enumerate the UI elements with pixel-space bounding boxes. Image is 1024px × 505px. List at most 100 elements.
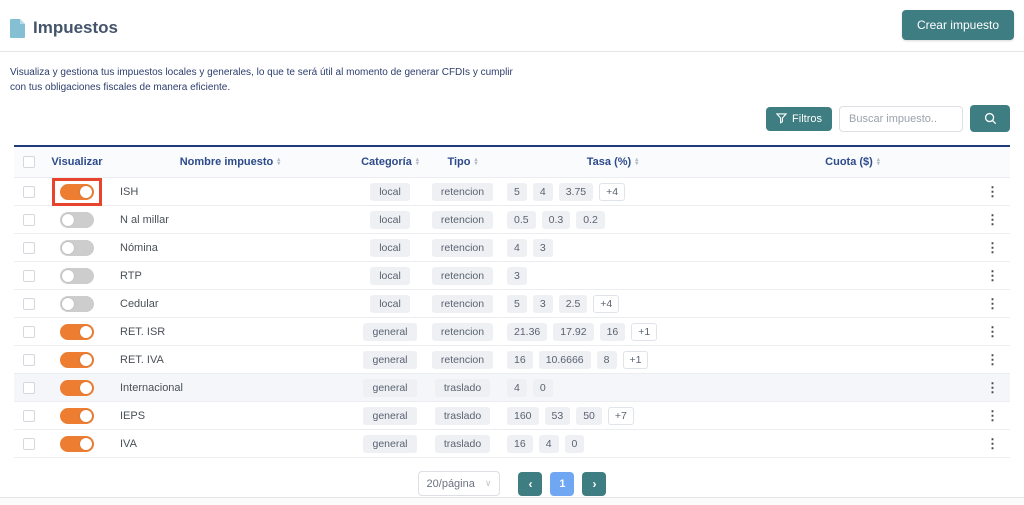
- tasa-cell: 5 3 2.5 +4: [495, 294, 730, 313]
- tasa-chip: 50: [576, 406, 602, 425]
- row-checkbox[interactable]: [23, 353, 35, 366]
- tasa-cell: 16 10.6666 8 +1: [495, 350, 730, 369]
- more-tasas-chip[interactable]: +1: [622, 350, 649, 369]
- row-checkbox[interactable]: [23, 325, 35, 338]
- actions-cell: ⋮: [975, 296, 1010, 312]
- row-checkbox[interactable]: [23, 297, 35, 310]
- tax-name: ISH: [120, 185, 139, 198]
- visualizar-toggle[interactable]: [60, 323, 94, 340]
- row-menu-icon[interactable]: ⋮: [986, 352, 999, 368]
- row-checkbox-cell: [14, 269, 44, 282]
- row-menu-icon[interactable]: ⋮: [986, 296, 999, 312]
- table-row: RET. ISR general retencion 21.36 17.92 16 +1 ⋮: [14, 318, 1010, 346]
- more-tasas-chip[interactable]: +4: [599, 182, 626, 201]
- tipo-badge: traslado: [434, 378, 491, 397]
- select-all-checkbox[interactable]: [23, 156, 35, 168]
- table-row: Internacional general traslado 4 0 ⋮: [14, 374, 1010, 402]
- table-row: ISH local retencion 5 4 3.75 +4 ⋮: [14, 177, 1010, 206]
- table-row: IVA general traslado 16 4 0 ⋮: [14, 430, 1010, 458]
- tasa-cell: 43: [495, 238, 730, 257]
- row-menu-icon[interactable]: ⋮: [986, 184, 999, 200]
- categoria-cell: general: [350, 434, 430, 453]
- sort-icon[interactable]: ▴ ▾: [277, 157, 280, 167]
- table-body: ISH local retencion 5 4 3.75 +4 ⋮ N al millar loc…: [14, 177, 1010, 458]
- row-checkbox[interactable]: [23, 269, 35, 282]
- actions-cell: ⋮: [975, 184, 1010, 200]
- categoria-badge: general: [363, 406, 417, 425]
- tasa-chip: 8: [596, 350, 617, 369]
- sort-icon[interactable]: ▴ ▾: [475, 157, 478, 167]
- more-tasas-chip[interactable]: +7: [607, 406, 634, 425]
- row-checkbox[interactable]: [23, 437, 35, 450]
- tipo-badge: traslado: [434, 406, 491, 425]
- row-checkbox[interactable]: [23, 241, 35, 254]
- column-tipo[interactable]: Tipo ▴ ▾: [430, 156, 495, 168]
- annotation-highlight-box: [52, 177, 102, 206]
- visualizar-toggle[interactable]: [60, 183, 94, 200]
- prev-page-button[interactable]: ‹: [518, 471, 543, 496]
- page-description: Visualiza y gestiona tus impuestos local…: [10, 67, 513, 93]
- visualizar-cell: [44, 379, 110, 396]
- next-page-button[interactable]: ›: [582, 471, 607, 496]
- row-menu-icon[interactable]: ⋮: [986, 212, 999, 228]
- tasa-cell: 0.5 0.3 0.2: [495, 210, 730, 229]
- tasa-chip: 3: [507, 266, 527, 285]
- filters-button[interactable]: Filtros: [766, 106, 832, 131]
- toggle-knob: [62, 269, 74, 282]
- tax-name: N al millar: [120, 213, 169, 226]
- row-checkbox[interactable]: [23, 185, 35, 198]
- sort-icon[interactable]: ▴ ▾: [877, 157, 880, 167]
- tasa-chip: 0.5: [507, 210, 536, 229]
- page-title: Impuestos: [33, 18, 119, 37]
- row-checkbox[interactable]: [23, 381, 35, 394]
- search-button[interactable]: [970, 105, 1010, 132]
- taxes-table: Visualizar Nombre impuesto ▴ ▾ Categoría ▴ ▾…: [14, 145, 1010, 458]
- row-menu-icon[interactable]: ⋮: [986, 240, 999, 256]
- title-wrap: Impuestos: [10, 18, 118, 38]
- tasa-cell: 16 4 0: [495, 434, 730, 453]
- more-tasas-chip[interactable]: +1: [631, 322, 658, 341]
- categoria-badge: local: [370, 210, 410, 229]
- visualizar-toggle[interactable]: [60, 295, 94, 312]
- categoria-cell: local: [350, 294, 430, 313]
- toggle-knob: [62, 213, 74, 226]
- visualizar-toggle[interactable]: [60, 379, 94, 396]
- page-1-button[interactable]: 1: [550, 471, 575, 496]
- footer-strip: [0, 497, 1024, 505]
- row-menu-icon[interactable]: ⋮: [986, 436, 999, 452]
- visualizar-toggle[interactable]: [60, 211, 94, 228]
- sort-icon[interactable]: ▴ ▾: [416, 157, 419, 167]
- chevron-down-icon: ∨: [484, 478, 492, 488]
- row-menu-icon[interactable]: ⋮: [986, 380, 999, 396]
- search-input[interactable]: [839, 105, 963, 132]
- row-checkbox[interactable]: [23, 213, 35, 226]
- row-menu-icon[interactable]: ⋮: [986, 268, 999, 284]
- column-nombre-impuesto[interactable]: Nombre impuesto ▴ ▾: [110, 156, 350, 168]
- page-size-select[interactable]: 20/página ∨: [417, 471, 501, 496]
- create-tax-button[interactable]: Crear impuesto: [901, 10, 1014, 40]
- row-checkbox-cell: [14, 185, 44, 198]
- toggle-knob: [80, 185, 92, 198]
- sort-icon[interactable]: ▴ ▾: [635, 157, 638, 167]
- row-menu-icon[interactable]: ⋮: [986, 324, 999, 340]
- row-menu-icon[interactable]: ⋮: [986, 408, 999, 424]
- visualizar-toggle[interactable]: [60, 351, 94, 368]
- more-tasas-chip[interactable]: +4: [593, 294, 620, 313]
- visualizar-toggle[interactable]: [60, 407, 94, 424]
- tipo-cell: traslado: [430, 406, 495, 425]
- visualizar-toggle[interactable]: [60, 435, 94, 452]
- visualizar-toggle[interactable]: [60, 267, 94, 284]
- column-categoria[interactable]: Categoría ▴ ▾: [350, 156, 430, 168]
- tasa-chip: 0.2: [576, 210, 605, 229]
- column-tasa[interactable]: Tasa (%) ▴ ▾: [495, 156, 730, 168]
- visualizar-toggle[interactable]: [60, 239, 94, 256]
- tasa-chip: 0.3: [541, 210, 571, 229]
- table-row: RET. IVA general retencion 16 10.6666 8 +1 ⋮: [14, 346, 1010, 374]
- toggle-knob: [80, 353, 92, 366]
- categoria-badge: local: [370, 266, 410, 285]
- row-checkbox[interactable]: [23, 409, 35, 422]
- categoria-badge: local: [370, 238, 410, 257]
- tipo-badge: retencion: [431, 182, 494, 201]
- row-checkbox-cell: [14, 381, 44, 394]
- column-cuota[interactable]: Cuota ($) ▴ ▾: [730, 156, 975, 168]
